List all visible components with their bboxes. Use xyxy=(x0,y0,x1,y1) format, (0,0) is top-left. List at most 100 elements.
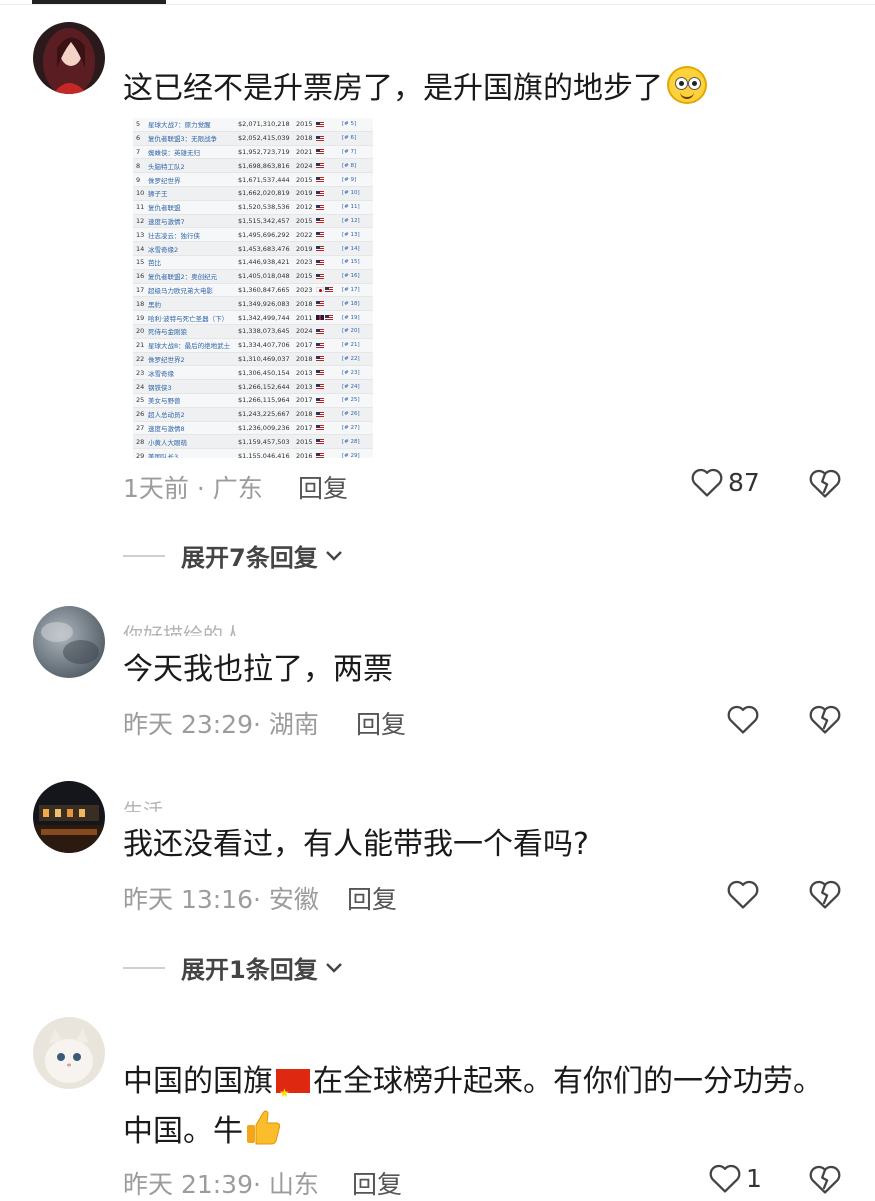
table-row: 6 复仇者联盟3：无限战争 $2,052,415,039 2018 [# 6] xyxy=(133,131,373,146)
title-cell: 侏罗纪世界2 xyxy=(148,355,185,364)
comment-meta: 昨天 13:16· 安徽 xyxy=(123,885,319,914)
rank-cell: 9 xyxy=(136,175,141,184)
country-flags xyxy=(316,232,342,238)
like-button[interactable] xyxy=(726,878,760,910)
avatar[interactable] xyxy=(33,606,105,678)
chevron-down-icon xyxy=(325,550,342,561)
username[interactable]: 生活 xyxy=(123,796,163,812)
table-row: 19 哈利·波特与死亡圣器（下） $1,342,499,744 2011 [# 19] xyxy=(133,311,373,325)
country-flags xyxy=(316,190,342,196)
year-cell: 2015 xyxy=(296,272,313,281)
comment-text: 中国的国旗在全球榜升起来。有你们的一分功劳。 xyxy=(123,1055,823,1120)
country-flags xyxy=(316,342,342,348)
us-flag-icon xyxy=(325,315,333,321)
reply-button[interactable]: 回复 xyxy=(356,705,406,741)
country-flags xyxy=(316,121,342,127)
year-cell: 2017 xyxy=(296,341,313,350)
rank-cell: 22 xyxy=(136,354,145,363)
dislike-button[interactable] xyxy=(808,467,842,503)
heart-outline-icon xyxy=(727,880,759,909)
year-cell: 2015 xyxy=(296,120,313,129)
country-flags xyxy=(316,356,342,362)
expand-replies-label: 展开1条回复 xyxy=(181,956,318,984)
ref-cell: [# 20] xyxy=(342,328,360,335)
jp-flag-icon xyxy=(316,287,324,293)
year-cell: 2013 xyxy=(296,368,313,377)
us-flag-icon xyxy=(316,218,324,224)
dislike-button[interactable] xyxy=(808,878,842,914)
rank-cell: 11 xyxy=(136,203,145,212)
box-office-table-image[interactable]: 5 星球大战7：原力觉醒 $2,071,310,218 2015 [# 5] 6 复仇者联盟… xyxy=(133,118,373,458)
title-cell: 速度与激情8 xyxy=(148,424,185,433)
year-cell: 2022 xyxy=(296,230,313,239)
reply-button[interactable]: 回复 xyxy=(298,469,348,505)
gross-cell: $2,052,415,039 xyxy=(238,134,290,143)
year-cell: 2017 xyxy=(296,423,313,432)
country-flags xyxy=(316,218,342,224)
year-cell: 2015 xyxy=(296,216,313,225)
table-row: 28 小黄人大眼萌 $1,159,457,503 2015 [# 28] xyxy=(133,435,373,450)
like-button[interactable] xyxy=(726,703,760,735)
comment-text: 这已经不是升票房了，是升国旗的地步了 xyxy=(123,62,707,116)
table-row: 16 复仇者联盟2：奥创纪元 $1,405,018,048 2015 [# 16] xyxy=(133,269,373,284)
ref-cell: [# 25] xyxy=(342,397,360,404)
us-flag-icon xyxy=(316,301,324,307)
year-cell: 2018 xyxy=(296,354,313,363)
title-cell: 超人总动员2 xyxy=(148,411,185,420)
reply-button[interactable]: 回复 xyxy=(347,880,397,916)
title-cell: 速度与激情7 xyxy=(148,217,185,226)
dislike-button[interactable] xyxy=(808,1163,842,1199)
ref-cell: [# 18] xyxy=(342,300,360,307)
ref-cell: [# 19] xyxy=(342,314,360,321)
title-cell: 冰雪奇缘 xyxy=(148,369,174,378)
table-row: 15 芭比 $1,446,938,421 2023 [# 15] xyxy=(133,256,373,270)
country-flags xyxy=(316,259,342,265)
year-cell: 2024 xyxy=(296,161,313,170)
country-flags xyxy=(316,328,342,334)
rank-cell: 7 xyxy=(136,147,141,156)
comment-time: 昨天 23:29 xyxy=(123,710,253,739)
table-row: 7 蜘蛛侠：英雄无归 $1,952,723,719 2021 [# 7] xyxy=(133,146,373,160)
country-flags xyxy=(316,315,342,321)
table-row: 5 星球大战7：原力觉醒 $2,071,310,218 2015 [# 5] xyxy=(133,118,373,132)
title-cell: 狮子王 xyxy=(148,190,168,199)
ref-cell: [# 11] xyxy=(342,204,360,211)
gross-cell: $1,520,538,536 xyxy=(238,203,290,212)
table-row: 12 速度与激情7 $1,515,342,457 2015 [# 12] xyxy=(133,214,373,229)
rank-cell: 14 xyxy=(136,244,145,253)
like-button[interactable]: 1 xyxy=(708,1162,762,1194)
avatar[interactable] xyxy=(33,22,105,94)
expand-replies-button[interactable]: 展开7条回复 xyxy=(123,538,344,573)
ref-cell: [# 29] xyxy=(342,452,360,458)
rank-cell: 24 xyxy=(136,382,145,391)
dislike-button[interactable] xyxy=(808,703,842,739)
reply-button[interactable]: 回复 xyxy=(352,1165,402,1201)
heart-outline-icon xyxy=(727,705,759,734)
comment-text: 今天我也拉了，两票 xyxy=(123,652,393,687)
year-cell: 2023 xyxy=(296,258,313,267)
rank-cell: 19 xyxy=(136,313,145,322)
gross-cell: $1,342,499,744 xyxy=(238,313,290,322)
us-flag-icon xyxy=(316,232,324,238)
rank-cell: 18 xyxy=(136,299,145,308)
uk-flag-icon xyxy=(316,315,324,321)
title-cell: 美女与野兽 xyxy=(148,397,181,406)
comment-meta: 昨天 23:29· 湖南 xyxy=(123,710,319,739)
like-button[interactable]: 87 xyxy=(690,466,760,498)
table-row: 11 复仇者联盟 $1,520,538,536 2012 [# 11] xyxy=(133,201,373,215)
expand-replies-button[interactable]: 展开1条回复 xyxy=(123,950,344,985)
table-row: 22 侏罗纪世界2 $1,310,469,037 2018 [# 22] xyxy=(133,352,373,367)
broken-heart-icon xyxy=(809,880,841,909)
ref-cell: [# 17] xyxy=(342,286,360,293)
table-row: 24 钢铁侠3 $1,266,152,644 2013 [# 24] xyxy=(133,380,373,394)
title-cell: 星球大战7：原力觉醒 xyxy=(148,121,211,130)
rank-cell: 26 xyxy=(136,410,145,419)
comment-meta: 1天前 · 广东 xyxy=(123,474,263,503)
avatar[interactable] xyxy=(33,1017,105,1089)
username[interactable]: 你好描绘的人 xyxy=(123,620,243,636)
gross-cell: $1,159,457,503 xyxy=(238,437,290,446)
rank-cell: 13 xyxy=(136,230,145,239)
rank-cell: 5 xyxy=(136,120,141,129)
avatar[interactable] xyxy=(33,781,105,853)
gross-cell: $1,338,073,645 xyxy=(238,327,290,336)
